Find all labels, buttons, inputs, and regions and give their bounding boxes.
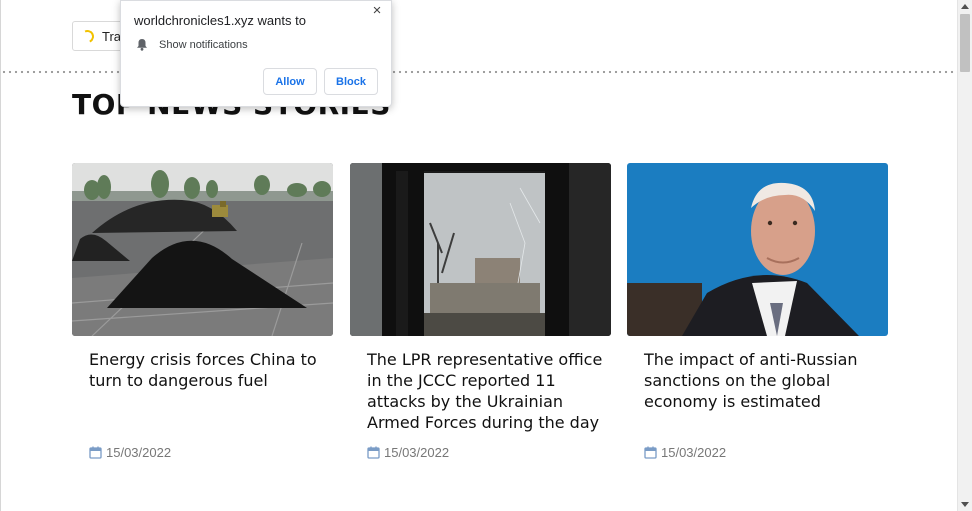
article-date: 15/03/2022 <box>644 445 726 460</box>
news-card[interactable]: Energy crisis forces China to turn to da… <box>72 163 333 460</box>
loading-spinner-icon <box>79 27 96 45</box>
prompt-site-text: worldchronicles1.xyz wants to <box>134 13 306 28</box>
article-date-text: 15/03/2022 <box>661 445 727 460</box>
article-title[interactable]: The impact of anti-Russian sanctions on … <box>644 349 884 412</box>
translate-chip-label: Tra <box>102 28 122 44</box>
news-card[interactable]: The impact of anti-Russian sanctions on … <box>627 163 888 460</box>
article-title[interactable]: Energy crisis forces China to turn to da… <box>89 349 329 391</box>
close-icon[interactable]: × <box>370 3 384 19</box>
block-button[interactable]: Block <box>324 68 378 95</box>
calendar-icon <box>644 446 657 459</box>
permission-text: Show notifications <box>159 38 248 51</box>
scroll-down-icon[interactable] <box>961 502 969 507</box>
news-card[interactable]: The LPR representative office in the JCC… <box>350 163 611 460</box>
permission-row: Show notifications <box>136 38 248 51</box>
article-date: 15/03/2022 <box>367 445 449 460</box>
calendar-icon <box>89 446 102 459</box>
article-date: 15/03/2022 <box>89 445 171 460</box>
article-date-text: 15/03/2022 <box>106 445 172 460</box>
allow-button[interactable]: Allow <box>263 68 317 95</box>
notification-permission-prompt: worldchronicles1.xyz wants to × Show not… <box>120 0 392 107</box>
broken-window-photo[interactable] <box>350 163 611 336</box>
calendar-icon <box>367 446 380 459</box>
portrait-photo[interactable] <box>627 163 888 336</box>
bell-icon <box>137 39 147 51</box>
scroll-thumb[interactable] <box>960 14 970 72</box>
coal-piles-photo[interactable] <box>72 163 333 336</box>
article-title[interactable]: The LPR representative office in the JCC… <box>367 349 607 433</box>
article-date-text: 15/03/2022 <box>384 445 450 460</box>
vertical-scrollbar[interactable] <box>957 0 972 511</box>
scroll-up-icon[interactable] <box>961 4 969 9</box>
